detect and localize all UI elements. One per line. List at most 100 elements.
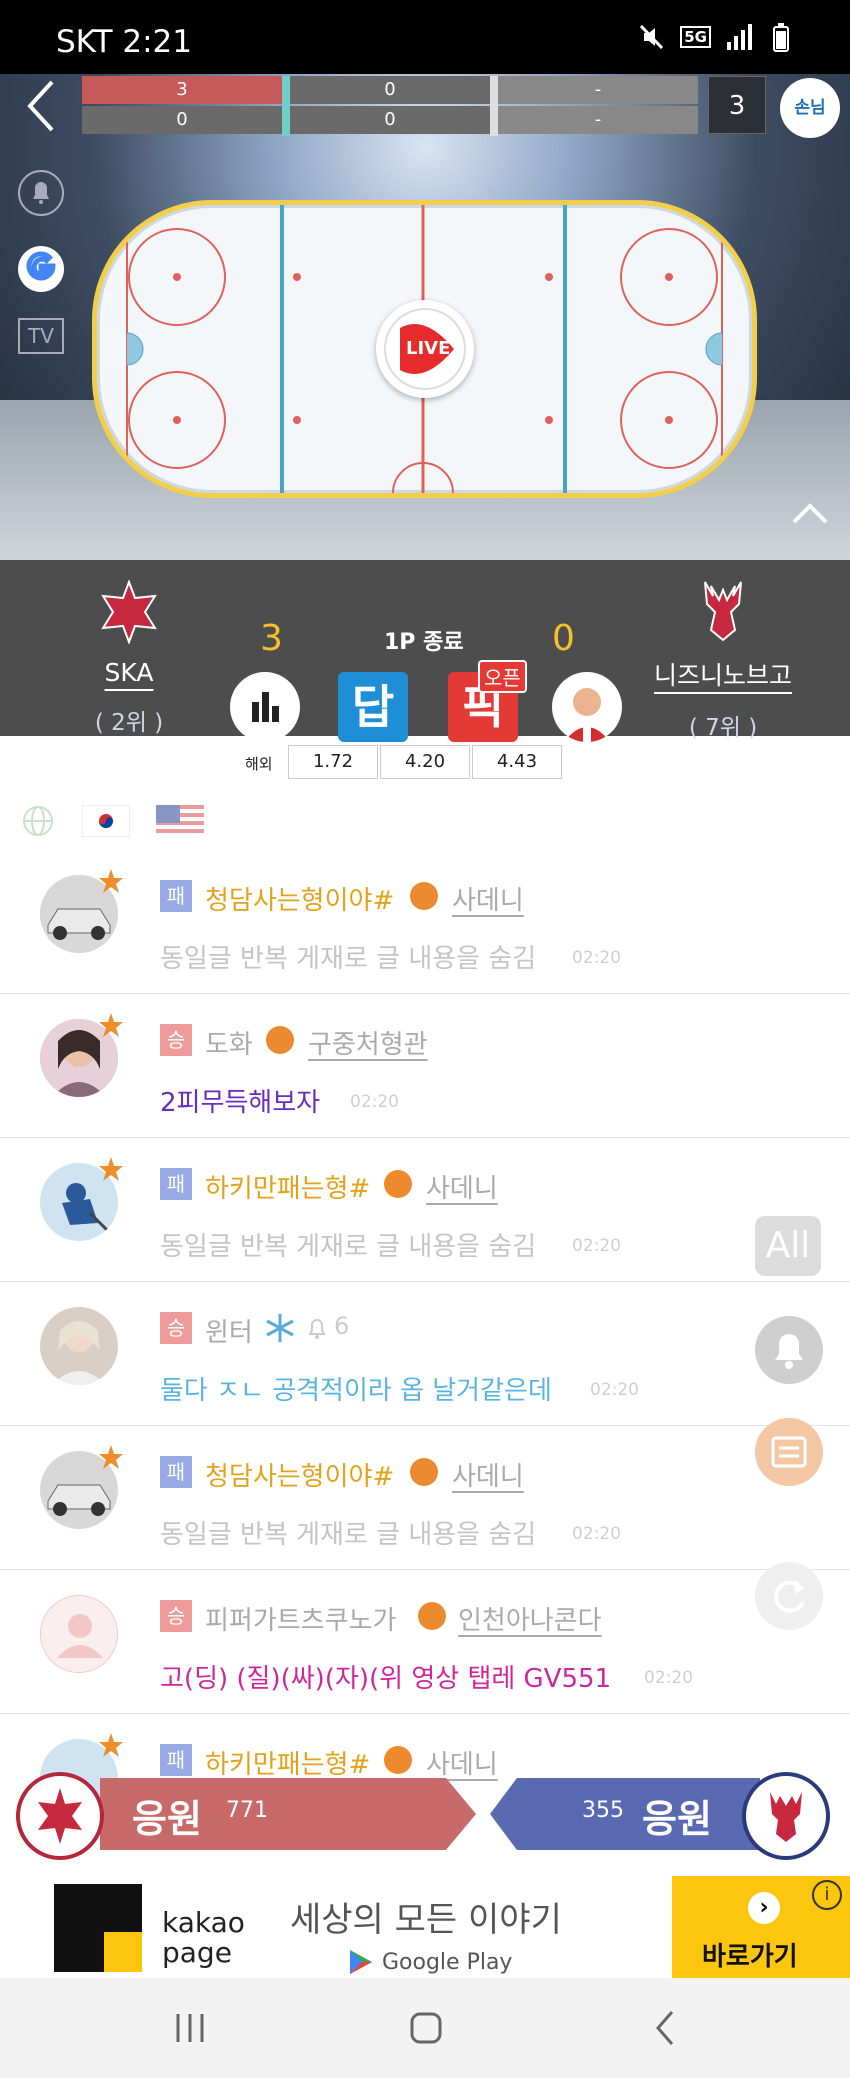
notification-count: 6 bbox=[334, 1312, 350, 1340]
chat-nickname[interactable]: 윈터 bbox=[205, 1312, 253, 1349]
arrow-right-icon bbox=[266, 1026, 294, 1054]
chat-target[interactable]: 사데니 bbox=[452, 880, 524, 917]
ad-cta-label: 바로가기 bbox=[702, 1942, 798, 1972]
star-icon bbox=[99, 1445, 123, 1469]
away-period-3: - bbox=[498, 106, 698, 134]
back-arrow-icon[interactable] bbox=[20, 74, 64, 138]
recent-apps-icon[interactable] bbox=[170, 2010, 210, 2046]
chat-nickname[interactable]: 청담사는형이야# bbox=[205, 1456, 394, 1493]
chat-target[interactable]: 구중처형관 bbox=[308, 1024, 428, 1061]
stats-button[interactable] bbox=[230, 672, 300, 742]
chat-body: 동일글 반복 게재로 글 내용을 숨김 bbox=[160, 1232, 537, 1262]
chat-body: 2피무득해보자 bbox=[160, 1088, 321, 1118]
home-cheer-label: 응원 bbox=[132, 1797, 202, 1841]
live-play-button[interactable]: LIVE bbox=[376, 300, 474, 398]
chat-nickname[interactable]: 청담사는형이야# bbox=[205, 880, 394, 917]
away-team-logo bbox=[704, 581, 742, 642]
status-carrier-time: SKT 2:21 bbox=[56, 24, 193, 60]
home-icon[interactable] bbox=[406, 2008, 446, 2048]
home-team-logo-icon bbox=[38, 1788, 82, 1844]
arrow-right-icon bbox=[384, 1746, 412, 1774]
list-fab-button[interactable] bbox=[755, 1418, 823, 1486]
answer-button[interactable]: 답 bbox=[338, 672, 408, 742]
chat-target[interactable]: 사데니 bbox=[426, 1168, 498, 1205]
chevron-right-icon: › bbox=[748, 1892, 780, 1924]
network-5g-icon: 5G bbox=[680, 26, 711, 48]
bar-chart-icon bbox=[252, 692, 279, 722]
guest-login-button[interactable]: 손님 bbox=[780, 78, 840, 138]
star-icon bbox=[99, 1157, 123, 1181]
malaysia-flag-icon[interactable] bbox=[156, 805, 204, 837]
ad-brand-line2: page bbox=[162, 1936, 232, 1969]
away-team[interactable]: 니즈니노브고 ( 7위 ) bbox=[650, 578, 796, 742]
person-avatar-icon bbox=[40, 1307, 118, 1385]
chat-time: 02:20 bbox=[350, 1092, 399, 1112]
star-icon bbox=[99, 1733, 123, 1757]
bell-icon bbox=[775, 1334, 803, 1369]
refresh-fab-button[interactable] bbox=[755, 1562, 823, 1630]
chat-nickname[interactable]: 도화 bbox=[205, 1024, 253, 1061]
home-team-name: SKA bbox=[104, 658, 154, 687]
language-filter bbox=[20, 804, 204, 838]
arrow-right-icon bbox=[410, 1458, 438, 1486]
cheer-bar: 응원 771 355 응원 bbox=[0, 1772, 850, 1862]
bell-icon bbox=[308, 1319, 326, 1339]
chat-nickname[interactable]: 하키만패는형# bbox=[205, 1168, 370, 1205]
user-avatar-button[interactable] bbox=[552, 672, 622, 742]
chat-message[interactable]: 패 하키만패는형# 사데니 동일글 반복 게재로 글 내용을 숨김 02:20 bbox=[0, 1138, 850, 1282]
google-icon[interactable] bbox=[16, 244, 66, 294]
result-badge: 승 bbox=[160, 1600, 192, 1632]
mute-icon bbox=[640, 24, 664, 50]
globe-icon[interactable] bbox=[20, 803, 56, 839]
result-badge: 패 bbox=[160, 880, 192, 912]
ad-headline: 세상의 모든 이야기 bbox=[290, 1900, 562, 1940]
chat-body: 둘다 ㅈㄴ 공격적이라 옵 날거같은데 bbox=[160, 1376, 552, 1406]
chat-target[interactable]: 사데니 bbox=[452, 1456, 524, 1493]
kakao-page-logo bbox=[54, 1884, 142, 1972]
avatar[interactable] bbox=[40, 1307, 118, 1385]
game-period-status: 1P 종료 bbox=[384, 630, 464, 655]
scoreboard-total: 3 bbox=[708, 76, 766, 134]
chevron-up-icon[interactable] bbox=[788, 498, 832, 528]
ad-info-icon[interactable]: i bbox=[812, 1880, 842, 1910]
ad-cta-button[interactable]: › 바로가기 i bbox=[672, 1876, 850, 1978]
refresh-icon bbox=[774, 1580, 805, 1613]
star-icon bbox=[99, 1013, 123, 1037]
home-cheer-logo[interactable] bbox=[16, 1772, 104, 1860]
away-cheer-logo[interactable] bbox=[742, 1772, 830, 1860]
away-cheer-button[interactable] bbox=[490, 1778, 760, 1850]
home-cheer-count: 771 bbox=[226, 1798, 268, 1823]
home-team-logo bbox=[101, 580, 157, 644]
chat-message[interactable]: 승 도화 구중처형관 2피무득해보자 02:20 bbox=[0, 994, 850, 1138]
tv-button[interactable]: TV bbox=[18, 318, 64, 354]
odds-away[interactable]: 4.43 bbox=[472, 745, 562, 779]
home-period-3: - bbox=[498, 76, 698, 104]
result-badge: 패 bbox=[160, 1168, 192, 1200]
chat-time: 02:20 bbox=[644, 1668, 693, 1688]
notification-bell-icon[interactable] bbox=[16, 168, 66, 218]
status-bar: SKT 2:21 5G bbox=[0, 0, 850, 74]
period-scoreboard: 3 0 - 0 0 - 3 bbox=[82, 74, 766, 136]
chat-message[interactable]: 패 청담사는형이야# 사데니 동일글 반복 게재로 글 내용을 숨김 02:20 bbox=[0, 1426, 850, 1570]
ad-banner[interactable]: kakao page 세상의 모든 이야기 Google Play › 바로가기… bbox=[0, 1872, 850, 1978]
chat-message[interactable]: 승 윈터 6 둘다 ㅈㄴ 공격적이라 옵 날거같은데 02:20 bbox=[0, 1282, 850, 1426]
odds-draw[interactable]: 4.20 bbox=[380, 745, 470, 779]
odds-home[interactable]: 1.72 bbox=[288, 745, 378, 779]
away-team-name: 니즈니노브고 bbox=[653, 661, 792, 690]
ad-brand-line1: kakao bbox=[162, 1906, 245, 1939]
home-score: 3 bbox=[260, 618, 283, 659]
bell-fab-button[interactable] bbox=[755, 1316, 823, 1384]
korea-flag-icon[interactable] bbox=[82, 805, 130, 837]
home-team[interactable]: SKA ( 2위 ) bbox=[84, 580, 174, 737]
avatar[interactable] bbox=[40, 1595, 118, 1673]
home-period-2: 0 bbox=[290, 76, 490, 104]
chat-nickname[interactable]: 피퍼가트츠쿠노가 bbox=[205, 1600, 396, 1637]
back-icon[interactable] bbox=[650, 2008, 680, 2048]
chat-message[interactable]: 승 피퍼가트츠쿠노가 인천아나콘다 고(딩) (질)(싸)(자)(위 영상 탭레… bbox=[0, 1570, 850, 1714]
filter-all-button[interactable]: All bbox=[755, 1216, 821, 1276]
away-score: 0 bbox=[552, 618, 575, 659]
list-icon bbox=[771, 1436, 807, 1468]
home-team-rank: ( 2위 ) bbox=[94, 710, 164, 736]
chat-message[interactable]: 패 청담사는형이야# 사데니 동일글 반복 게재로 글 내용을 숨김 02:20 bbox=[0, 850, 850, 994]
chat-target[interactable]: 인천아나콘다 bbox=[458, 1600, 602, 1637]
